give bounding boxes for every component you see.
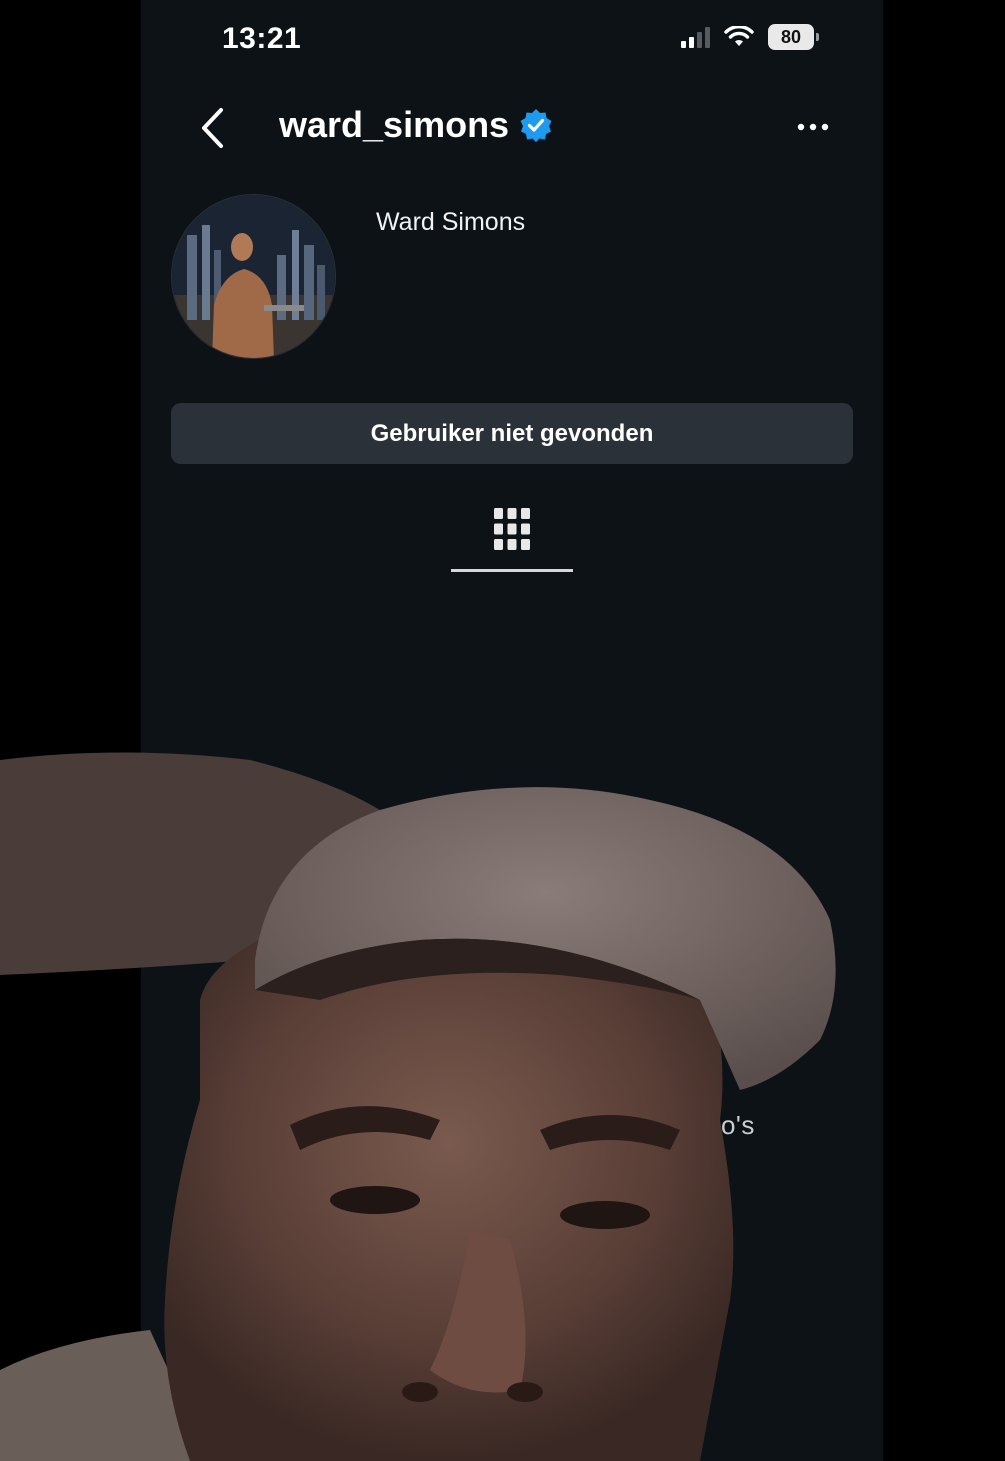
status-time: 13:21 <box>222 22 302 55</box>
cellular-signal-icon <box>681 26 710 48</box>
header-title: ward_simons <box>279 104 553 146</box>
verified-badge-icon <box>520 109 552 142</box>
user-not-found-button[interactable]: Gebruiker niet gevonden <box>171 403 853 464</box>
screen-frame: 13:21 80 ward_simons Ward Simons Gebruik… <box>0 0 1005 1461</box>
profile-avatar[interactable] <box>171 194 336 359</box>
status-icons: 80 <box>681 24 819 50</box>
battery-icon: 80 <box>768 24 819 50</box>
chevron-left-icon <box>202 108 223 148</box>
more-horizontal-icon <box>797 123 829 131</box>
more-options-button[interactable] <box>789 112 837 142</box>
tab-posts-grid[interactable] <box>451 498 573 572</box>
wifi-icon <box>724 26 754 46</box>
display-name: Ward Simons <box>376 208 526 236</box>
empty-state-text: eo's <box>706 1110 755 1140</box>
username: ward_simons <box>279 104 510 145</box>
profile-screen: 13:21 80 ward_simons Ward Simons Gebruik… <box>141 0 883 1461</box>
grid-icon <box>494 508 530 550</box>
avatar-image <box>172 195 335 358</box>
active-tab-indicator <box>451 569 573 572</box>
back-button[interactable] <box>193 104 233 152</box>
